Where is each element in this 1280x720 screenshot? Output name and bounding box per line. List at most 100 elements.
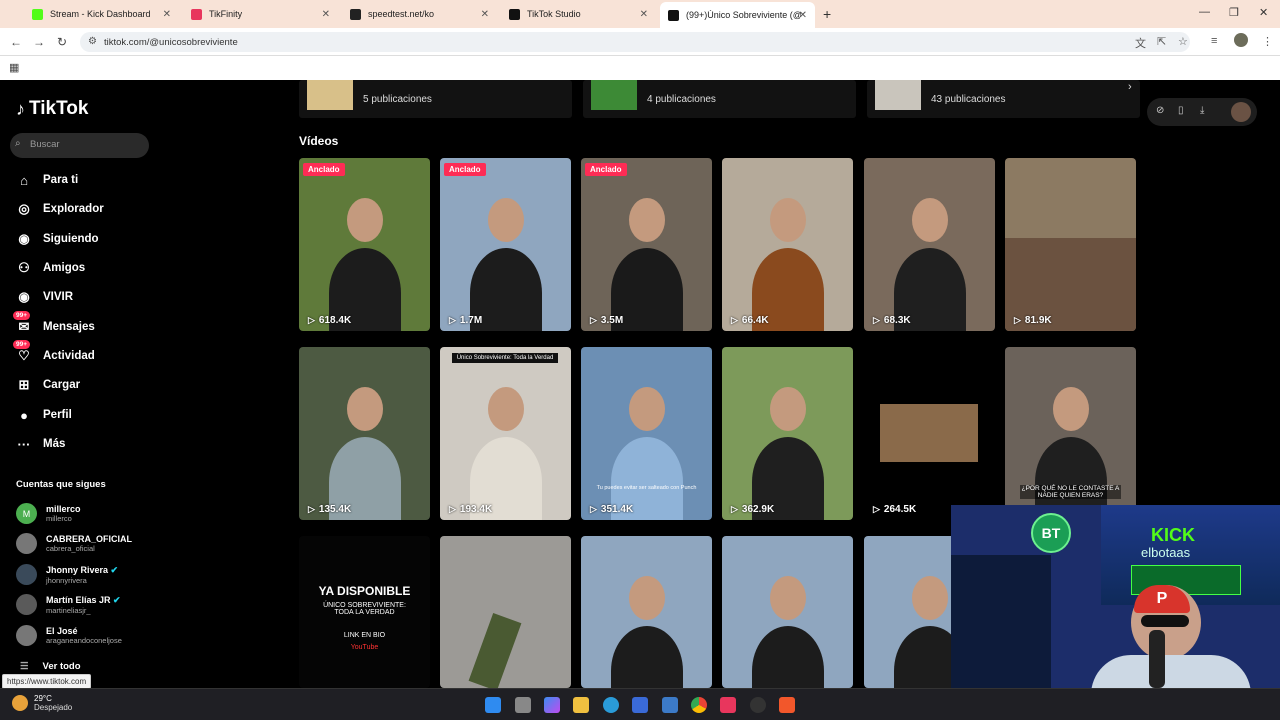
- play-icon: ▷: [1014, 315, 1021, 325]
- sidebar-item-amigos[interactable]: ⚇ Amigos: [16, 258, 85, 278]
- sidebar-item-parati[interactable]: ⌂ Para ti: [16, 170, 78, 190]
- brave-icon[interactable]: [779, 697, 795, 713]
- start-icon[interactable]: [485, 697, 501, 713]
- sidebar-item-mensajes[interactable]: ✉ 99+ Mensajes: [13, 311, 95, 337]
- video-thumbnail[interactable]: ▷ 66.4K: [722, 158, 853, 331]
- site-settings-icon[interactable]: ⚙: [88, 36, 97, 47]
- sidebar-item-vivir[interactable]: ◉ VIVIR: [16, 287, 73, 307]
- followed-account[interactable]: Mmillerco millerco: [16, 503, 81, 524]
- close-tab-icon[interactable]: ✕: [799, 10, 807, 21]
- followed-account[interactable]: Jhonny Rivera ✔ jhonnyrivera: [16, 564, 118, 585]
- video-thumbnail[interactable]: ▷ 264.5K: [864, 347, 995, 520]
- compass-icon: ◎: [18, 201, 30, 216]
- weather-condition: Despejado: [34, 703, 73, 712]
- video-thumbnail[interactable]: Tu puedes evitar ser salteado con Punch ▷…: [581, 347, 712, 520]
- avatar: [16, 625, 37, 646]
- new-tab-button[interactable]: +: [823, 6, 831, 22]
- reading-list-icon[interactable]: ≡: [1211, 35, 1217, 47]
- video-thumbnail[interactable]: ▷ 135.4K: [299, 347, 430, 520]
- microphone: [1149, 630, 1165, 688]
- followed-account[interactable]: CABRERA_OFICIAL cabrera_oficial: [16, 533, 132, 554]
- sidebar-item-cargar[interactable]: ⊞ Cargar: [16, 375, 81, 395]
- download-icon[interactable]: ⤓: [1200, 105, 1204, 116]
- collection-card[interactable]: 4 publicaciones: [583, 80, 856, 118]
- more-icon: ···: [17, 436, 31, 452]
- copilot-icon[interactable]: [544, 697, 560, 713]
- chrome-icon[interactable]: [691, 697, 707, 713]
- maximize-button[interactable]: ❐: [1229, 6, 1239, 19]
- chevron-right-icon[interactable]: ›: [1128, 81, 1132, 93]
- view-count-value: 193.4K: [459, 504, 493, 515]
- video-thumbnail[interactable]: [440, 536, 571, 688]
- sidebar-item-label: Actividad: [43, 350, 95, 362]
- search-placeholder: Buscar: [30, 139, 60, 150]
- obs-icon[interactable]: [750, 697, 766, 713]
- browser-menu-icon[interactable]: ⋮: [1262, 35, 1273, 48]
- apps-grid-icon[interactable]: ▦: [9, 61, 19, 74]
- followed-account[interactable]: Martín Elías JR ✔ martineliasjr_: [16, 594, 121, 615]
- account-name: millerco: [46, 504, 81, 514]
- sidebar-item-actividad[interactable]: ♡ 99+ Actividad: [13, 340, 95, 366]
- translate-icon[interactable]: 文: [1135, 35, 1146, 51]
- followed-account[interactable]: El José araganeandoconeljose: [16, 625, 122, 646]
- close-window-button[interactable]: ✕: [1259, 6, 1268, 19]
- video-thumbnail[interactable]: ¿POR QUÉ NO LE CONTASTE A NADIE QUIEN ER…: [1005, 347, 1136, 520]
- video-thumbnail[interactable]: Anclado ▷ 3.5M: [581, 158, 712, 331]
- following-icon: ◉: [18, 231, 30, 246]
- app-icon[interactable]: [662, 697, 678, 713]
- view-count: ▷ 135.4K: [308, 504, 351, 515]
- taskbar: 29°C Despejado: [0, 688, 1280, 720]
- collection-card[interactable]: 5 publicaciones: [299, 80, 572, 118]
- install-icon[interactable]: ⇱: [1157, 35, 1166, 48]
- task-view-icon[interactable]: [515, 697, 531, 713]
- url-field[interactable]: ⚙ tiktok.com/@unicosobreviviente: [80, 32, 1190, 52]
- back-icon[interactable]: ←: [10, 35, 22, 49]
- bookmark-star-icon[interactable]: ☆: [1178, 35, 1188, 48]
- tikfinity-icon[interactable]: [720, 697, 736, 713]
- video-thumbnail[interactable]: YA DISPONIBLE ÚNICO SOBREVIVIENTE: TODA L…: [299, 536, 430, 688]
- tiktok-logo[interactable]: ♪ TikTok: [16, 98, 88, 120]
- see-all-link[interactable]: ☰ Ver todo: [20, 661, 81, 672]
- sidebar-item-ms[interactable]: ··· Más: [16, 434, 66, 454]
- video-thumbnail[interactable]: Anclado ▷ 618.4K: [299, 158, 430, 331]
- video-thumbnail[interactable]: ▷ 68.3K: [864, 158, 995, 331]
- device-icon[interactable]: ▯: [1178, 105, 1184, 116]
- reload-icon[interactable]: ↻: [57, 35, 67, 49]
- browser-tab[interactable]: speedtest.net/ko ✕: [342, 2, 497, 26]
- minimize-button[interactable]: —: [1199, 6, 1210, 18]
- search-input[interactable]: ⌕ Buscar: [10, 133, 149, 158]
- floating-tools: ⊘ ▯ ⤓: [1147, 98, 1257, 126]
- collection-card[interactable]: 43 publicaciones: [867, 80, 1140, 118]
- sidebar-item-label: Mensajes: [43, 321, 95, 333]
- sidebar-item-perfil[interactable]: ● Perfil: [16, 405, 72, 425]
- forward-icon[interactable]: →: [33, 35, 45, 49]
- file-explorer-icon[interactable]: [573, 697, 589, 713]
- video-thumbnail[interactable]: [722, 536, 853, 688]
- video-thumbnail[interactable]: [581, 536, 712, 688]
- browser-tab[interactable]: Stream - Kick Dashboard ✕: [24, 2, 179, 26]
- close-tab-icon[interactable]: ✕: [322, 9, 330, 20]
- videos-heading: Vídeos: [299, 134, 339, 148]
- browser-tab-strip: Stream - Kick Dashboard ✕ TikFinity ✕ speedt…: [0, 0, 1280, 28]
- video-thumbnail[interactable]: Anclado ▷ 1.7M: [440, 158, 571, 331]
- browser-tab[interactable]: TikFinity ✕: [183, 2, 338, 26]
- sidebar-item-explorador[interactable]: ◎ Explorador: [16, 199, 103, 219]
- edge-icon[interactable]: [603, 697, 619, 713]
- sidebar-item-siguiendo[interactable]: ◉ Siguiendo: [16, 229, 98, 249]
- account-name: CABRERA_OFICIAL: [46, 534, 133, 544]
- browser-tab[interactable]: (99+)Único Sobreviviente (@ ✕: [660, 2, 815, 28]
- browser-tab[interactable]: TikTok Studio ✕: [501, 2, 656, 26]
- video-thumbnail[interactable]: ▷ 81.9K: [1005, 158, 1136, 331]
- settings-icon[interactable]: ⊘: [1156, 105, 1164, 116]
- close-tab-icon[interactable]: ✕: [481, 9, 489, 20]
- store-icon[interactable]: [632, 697, 648, 713]
- close-tab-icon[interactable]: ✕: [640, 9, 648, 20]
- video-thumbnail[interactable]: ▷ 362.9K: [722, 347, 853, 520]
- view-count: ▷ 81.9K: [1014, 315, 1052, 326]
- account-name: Jhonny Rivera: [46, 564, 109, 575]
- video-thumbnail[interactable]: Único Sobreviviente: Toda la Verdad ▷ 193.…: [440, 347, 571, 520]
- weather-widget[interactable]: 29°C Despejado: [12, 694, 72, 712]
- account-avatar[interactable]: [1231, 102, 1251, 122]
- close-tab-icon[interactable]: ✕: [163, 9, 171, 20]
- profile-avatar[interactable]: [1234, 33, 1248, 47]
